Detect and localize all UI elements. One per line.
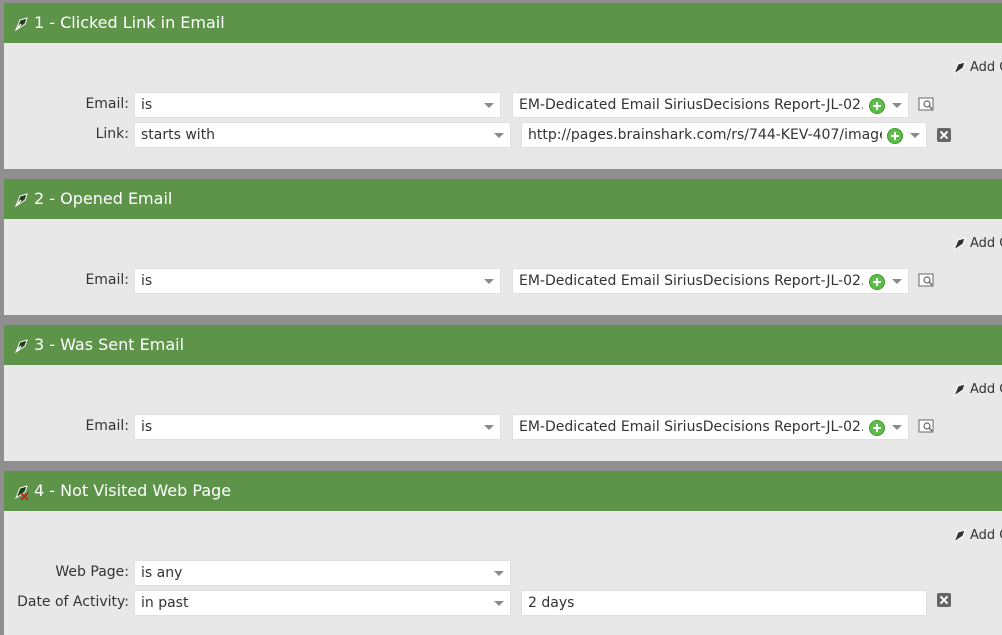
value-select[interactable]: EM-Dedicated Email SiriusDecisions Repor… bbox=[512, 268, 909, 294]
constraint-label: Email: bbox=[85, 96, 129, 112]
remove-constraint-icon[interactable] bbox=[937, 128, 951, 142]
negated-trigger-icon bbox=[14, 485, 29, 500]
filter-header[interactable]: 2 - Opened Email bbox=[4, 179, 1002, 219]
preview-icon[interactable] bbox=[918, 419, 934, 433]
filter-2: 2 - Opened Email Add C Email: is EM-Dedi… bbox=[4, 179, 1002, 315]
preview-icon[interactable] bbox=[918, 273, 934, 287]
constraint-row-email: Email: is EM-Dedicated Email SiriusDecis… bbox=[4, 268, 1002, 294]
trigger-icon bbox=[14, 17, 28, 32]
filter-header[interactable]: 4 - Not Visited Web Page bbox=[4, 471, 1002, 511]
filter-header[interactable]: 3 - Was Sent Email bbox=[4, 325, 1002, 365]
filter-title: 3 - Was Sent Email bbox=[34, 335, 185, 354]
constraint-label: Link: bbox=[95, 126, 129, 142]
constraint-row-date-of-activity: Date of Activity: in past 2 days bbox=[4, 590, 1002, 616]
constraint-label: Email: bbox=[85, 272, 129, 288]
operator-select[interactable]: is bbox=[134, 268, 501, 294]
filter-4: 4 - Not Visited Web Page Add C Web Page:… bbox=[4, 471, 1002, 635]
add-value-icon[interactable] bbox=[869, 420, 885, 436]
trigger-icon bbox=[14, 339, 28, 354]
filter-3: 3 - Was Sent Email Add C Email: is EM-De… bbox=[4, 325, 1002, 461]
constraint-row-link: Link: starts with http://pages.brainshar… bbox=[4, 122, 1002, 148]
add-value-icon[interactable] bbox=[887, 128, 903, 144]
chevron-down-icon bbox=[892, 279, 902, 284]
add-value-icon[interactable] bbox=[869, 274, 885, 290]
operator-select[interactable]: is bbox=[134, 414, 501, 440]
add-constraint-button[interactable]: Add C bbox=[952, 527, 1002, 545]
filter-header[interactable]: 1 - Clicked Link in Email bbox=[4, 3, 1002, 43]
chevron-down-icon bbox=[910, 133, 920, 138]
add-value-icon[interactable] bbox=[869, 98, 885, 114]
chevron-down-icon bbox=[494, 571, 504, 576]
constraint-label: Date of Activity: bbox=[17, 594, 129, 610]
chevron-down-icon bbox=[892, 425, 902, 430]
add-constraint-icon bbox=[952, 383, 966, 398]
value-select[interactable]: http://pages.brainshark.com/rs/744-KEV-4… bbox=[521, 122, 927, 148]
operator-select[interactable]: is any bbox=[134, 560, 511, 586]
filter-1: 1 - Clicked Link in Email Add C Email: i… bbox=[4, 3, 1002, 169]
add-constraint-button[interactable]: Add C bbox=[952, 59, 1002, 77]
add-constraint-icon bbox=[952, 61, 966, 76]
constraint-label: Email: bbox=[85, 418, 129, 434]
constraint-row-email: Email: is EM-Dedicated Email SiriusDecis… bbox=[4, 414, 1002, 440]
add-constraint-icon bbox=[952, 237, 966, 252]
remove-constraint-icon[interactable] bbox=[937, 593, 951, 607]
add-constraint-button[interactable]: Add C bbox=[952, 235, 1002, 253]
value-select[interactable]: EM-Dedicated Email SiriusDecisions Repor… bbox=[512, 92, 909, 118]
operator-select[interactable]: starts with bbox=[134, 122, 511, 148]
filter-title: 1 - Clicked Link in Email bbox=[34, 13, 225, 32]
trigger-icon bbox=[14, 193, 28, 208]
filter-title: 2 - Opened Email bbox=[34, 189, 173, 208]
chevron-down-icon bbox=[494, 601, 504, 606]
add-constraint-button[interactable]: Add C bbox=[952, 381, 1002, 399]
operator-select[interactable]: in past bbox=[134, 590, 511, 616]
add-constraint-icon bbox=[952, 529, 966, 544]
chevron-down-icon bbox=[484, 425, 494, 430]
preview-icon[interactable] bbox=[918, 97, 934, 111]
constraint-row-email: Email: is EM-Dedicated Email SiriusDecis… bbox=[4, 92, 1002, 118]
operator-select[interactable]: is bbox=[134, 92, 501, 118]
constraint-row-web-page: Web Page: is any bbox=[4, 560, 1002, 586]
filter-title: 4 - Not Visited Web Page bbox=[34, 481, 232, 500]
chevron-down-icon bbox=[484, 279, 494, 284]
constraint-label: Web Page: bbox=[55, 564, 129, 580]
chevron-down-icon bbox=[484, 103, 494, 108]
chevron-down-icon bbox=[892, 103, 902, 108]
value-select[interactable]: EM-Dedicated Email SiriusDecisions Repor… bbox=[512, 414, 909, 440]
value-input[interactable]: 2 days bbox=[521, 590, 927, 616]
chevron-down-icon bbox=[494, 133, 504, 138]
